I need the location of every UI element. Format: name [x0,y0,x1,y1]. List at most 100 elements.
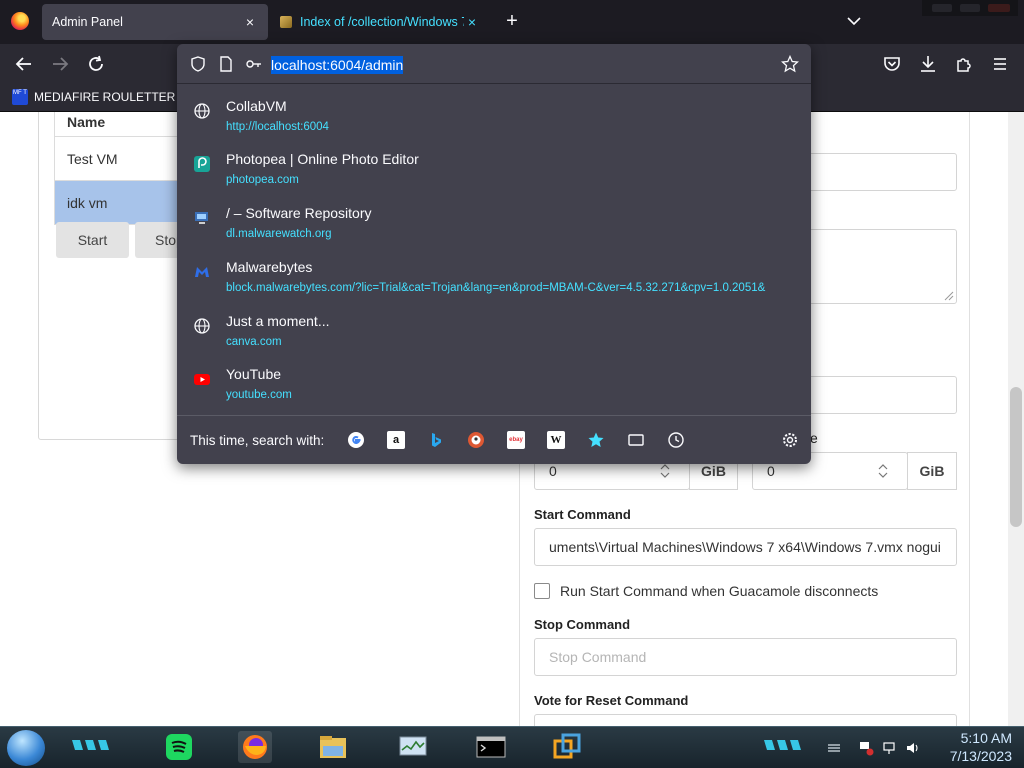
taskbar-decoration-icon [72,740,109,750]
chevron-down-icon[interactable] [845,12,863,30]
url-suggestion[interactable]: CollabVM http://localhost:6004 [177,90,811,144]
extensions-icon[interactable] [952,52,976,76]
url-bar[interactable]: localhost:6004/admin [177,44,811,84]
suggestion-url: canva.com [226,336,282,348]
table-row-selected[interactable]: idk vm [55,181,194,225]
firefox-app-icon[interactable] [238,731,272,763]
duckduckgo-icon[interactable] [467,431,485,449]
downloads-icon[interactable] [916,52,940,76]
url-text[interactable]: localhost:6004/admin [271,56,404,74]
number-stepper-icon[interactable] [658,462,672,480]
wikipedia-icon[interactable]: W [547,431,565,449]
tab-strip: Admin Panel × Index of /collection/Windo… [0,0,1024,44]
action-center-flag-icon[interactable] [858,740,874,756]
tab-title: Admin Panel [52,15,123,29]
disk-unit: GiB [907,452,957,490]
file-explorer-app-icon[interactable] [316,731,350,763]
tab-title: Index of /collection/Windows 7 [300,15,464,29]
spotify-app-icon[interactable] [162,731,196,763]
show-desktop-lines-icon[interactable] [826,740,842,756]
firefox-logo-icon[interactable] [11,12,29,30]
suggestion-title: CollabVM [226,98,287,114]
network-icon[interactable] [882,740,898,756]
pocket-icon[interactable] [880,52,904,76]
forward-arrow-icon[interactable] [48,52,72,76]
bing-icon[interactable] [427,431,445,449]
close-icon[interactable]: × [242,14,258,30]
tab-admin-panel[interactable]: Admin Panel × [42,4,268,40]
youtube-icon [194,374,210,385]
globe-icon [194,103,210,119]
start-button[interactable] [7,730,45,766]
vote-reset-command-input[interactable] [534,714,957,726]
start-command-input[interactable]: uments\Virtual Machines\Windows 7 x64\Wi… [534,528,957,566]
search-with-label: This time, search with: [190,433,325,448]
vm-table: Name Test VM idk vm [54,112,194,225]
url-suggestion[interactable]: Malwarebytes block.malwarebytes.com/?lic… [177,251,811,305]
ebay-icon[interactable]: ebay [507,431,525,449]
task-manager-app-icon[interactable] [396,731,430,763]
scrollbar-thumb[interactable] [1010,387,1022,527]
suggestion-url: photopea.com [226,174,299,186]
field-label-partial: e [810,430,818,446]
vm-list-card: Name Test VM idk vm Start Stop [38,112,195,440]
clock-time: 5:10 AM [960,730,1012,746]
start-command-label: Start Command [534,507,631,522]
shield-icon[interactable] [189,55,207,73]
command-prompt-app-icon[interactable] [474,731,508,763]
number-stepper-icon[interactable] [876,462,890,480]
one-off-search-row: This time, search with: a ebay W [177,415,811,464]
resize-handle-icon[interactable] [944,291,954,301]
bookmark-mediafire-rouletter[interactable]: MF T MEDIAFIRE ROULETTER [12,89,175,105]
suggestion-title: / – Software Repository [226,205,372,221]
gear-icon[interactable] [781,431,799,449]
bookmarks-star-icon[interactable] [587,431,605,449]
suggestion-title: Photopea | Online Photo Editor [226,151,419,167]
page-icon[interactable] [217,55,235,73]
close-icon[interactable]: × [464,14,480,30]
malwarebytes-icon [195,267,209,277]
clock-date: 7/13/2023 [949,748,1012,764]
new-tab-button[interactable]: + [502,11,522,32]
suggestion-url: youtube.com [226,389,292,401]
vote-reset-command-label: Vote for Reset Command [534,693,689,708]
suggestion-title: Just a moment... [226,313,330,329]
bookmark-label: MEDIAFIRE ROULETTER [34,90,176,104]
star-icon[interactable] [781,55,799,73]
key-icon[interactable] [245,55,263,73]
start-button[interactable]: Start [56,222,129,258]
taskbar-decoration-icon [764,740,801,750]
url-bar-dropdown: localhost:6004/admin CollabVM http://loc… [177,44,811,464]
run-start-command-label: Run Start Command when Guacamole disconn… [560,583,879,599]
suggestion-title: YouTube [226,366,282,382]
amazon-icon[interactable]: a [387,431,405,449]
history-clock-icon[interactable] [667,431,685,449]
folder-icon [280,16,292,28]
run-start-command-checkbox[interactable] [534,583,550,599]
url-suggestion[interactable]: Photopea | Online Photo Editor photopea.… [177,143,811,197]
photopea-icon [194,156,210,172]
url-suggestion[interactable]: Just a moment... canva.com [177,305,811,359]
system-clock[interactable]: 5:10 AM 7/13/2023 [936,729,1012,765]
back-arrow-icon[interactable] [12,52,36,76]
suggestion-title: Malwarebytes [226,259,313,275]
globe-icon [194,318,210,334]
url-suggestion[interactable]: YouTube youtube.com [177,358,811,412]
reload-icon[interactable] [84,52,108,76]
taskbar: 5:10 AM 7/13/2023 [0,726,1024,768]
page-scrollbar[interactable] [1008,112,1024,726]
repository-icon [195,212,208,224]
suggestion-url: dl.malwarewatch.org [226,228,332,240]
google-icon[interactable] [347,431,365,449]
mediafire-icon: MF T [12,89,28,105]
vmware-app-icon[interactable] [550,731,584,763]
suggestion-url: block.malwarebytes.com/?lic=Trial&cat=Tr… [226,282,766,294]
window-controls[interactable] [922,0,1018,16]
hamburger-menu-icon[interactable] [988,52,1012,76]
volume-icon[interactable] [905,740,921,756]
url-suggestion[interactable]: / – Software Repository dl.malwarewatch.… [177,197,811,251]
table-row[interactable]: Test VM [55,137,194,181]
tabs-icon[interactable] [627,431,645,449]
tab-index-collection[interactable]: Index of /collection/Windows 7 × [270,4,490,40]
stop-command-input[interactable]: Stop Command [534,638,957,676]
